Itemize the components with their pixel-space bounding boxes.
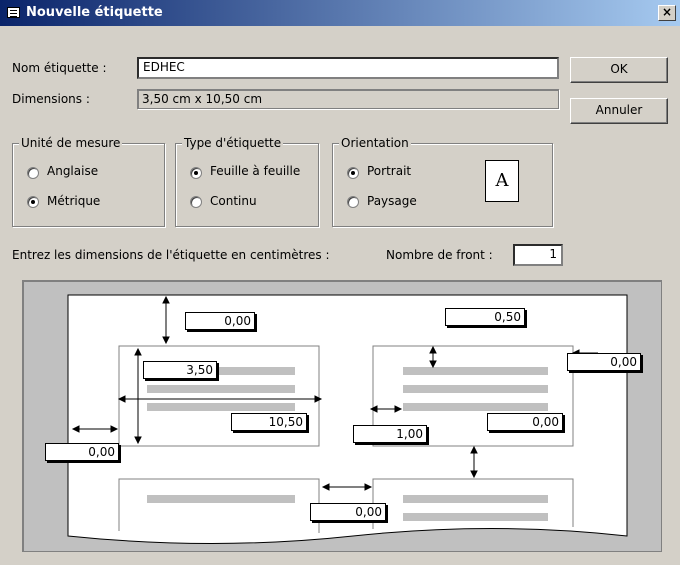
radio-paysage-label: Paysage <box>367 194 417 208</box>
instructions-text: Entrez les dimensions de l'étiquette en … <box>12 248 330 262</box>
title-bar: Nouvelle étiquette × <box>0 0 680 26</box>
radio-feuille[interactable] <box>190 167 202 179</box>
unit-group-title: Unité de mesure <box>19 136 123 150</box>
inner-right-field[interactable]: 0,00 <box>487 413 563 431</box>
radio-feuille-label: Feuille à feuille <box>210 164 301 178</box>
orientation-group: Orientation Portrait Paysage A <box>332 136 553 227</box>
radio-metrique-label: Métrique <box>47 194 101 208</box>
indent-field[interactable]: 1,00 <box>353 425 427 443</box>
label-height-field[interactable]: 3,50 <box>143 361 217 379</box>
radio-continu[interactable] <box>190 196 202 208</box>
portrait-letter: A <box>495 170 509 191</box>
radio-anglaise[interactable] <box>27 167 39 179</box>
radio-metrique[interactable] <box>27 196 39 208</box>
top-margin-field[interactable]: 0,00 <box>185 312 255 330</box>
dimensions-label: Dimensions : <box>12 92 90 106</box>
cancel-button[interactable]: Annuler <box>570 98 668 124</box>
right-margin-field[interactable]: 0,00 <box>567 353 641 371</box>
radio-portrait-label: Portrait <box>367 164 412 178</box>
left-margin-field[interactable]: 0,00 <box>45 443 119 461</box>
label-dialog: Nouvelle étiquette × Nom étiquette : EDH… <box>0 0 680 565</box>
front-count-input[interactable]: 1 <box>513 244 563 266</box>
radio-portrait[interactable] <box>347 167 359 179</box>
orientation-group-title: Orientation <box>339 136 411 150</box>
horizontal-spacing-field[interactable]: 0,00 <box>310 503 386 521</box>
unit-group: Unité de mesure Anglaise Métrique <box>12 136 165 227</box>
label-preview: 0,00 3,50 10,50 0,00 0,50 0,00 1,00 0,00… <box>22 280 662 552</box>
label-width-field[interactable]: 10,50 <box>231 413 307 431</box>
type-group-title: Type d'étiquette <box>182 136 284 150</box>
radio-anglaise-label: Anglaise <box>47 164 99 178</box>
close-button[interactable]: × <box>658 5 676 21</box>
ok-button[interactable]: OK <box>570 57 668 83</box>
radio-continu-label: Continu <box>210 194 257 208</box>
vertical-spacing-field[interactable]: 0,50 <box>445 308 525 326</box>
front-label: Nombre de front : <box>386 248 493 262</box>
name-input[interactable]: EDHEC <box>137 57 559 79</box>
name-label: Nom étiquette : <box>12 61 107 75</box>
dimensions-value: 3,50 cm x 10,50 cm <box>137 89 559 109</box>
type-group: Type d'étiquette Feuille à feuille Conti… <box>175 136 319 227</box>
radio-paysage[interactable] <box>347 196 359 208</box>
dialog-title: Nouvelle étiquette <box>26 5 163 20</box>
portrait-page-icon: A <box>485 160 519 202</box>
window-icon <box>7 7 20 18</box>
